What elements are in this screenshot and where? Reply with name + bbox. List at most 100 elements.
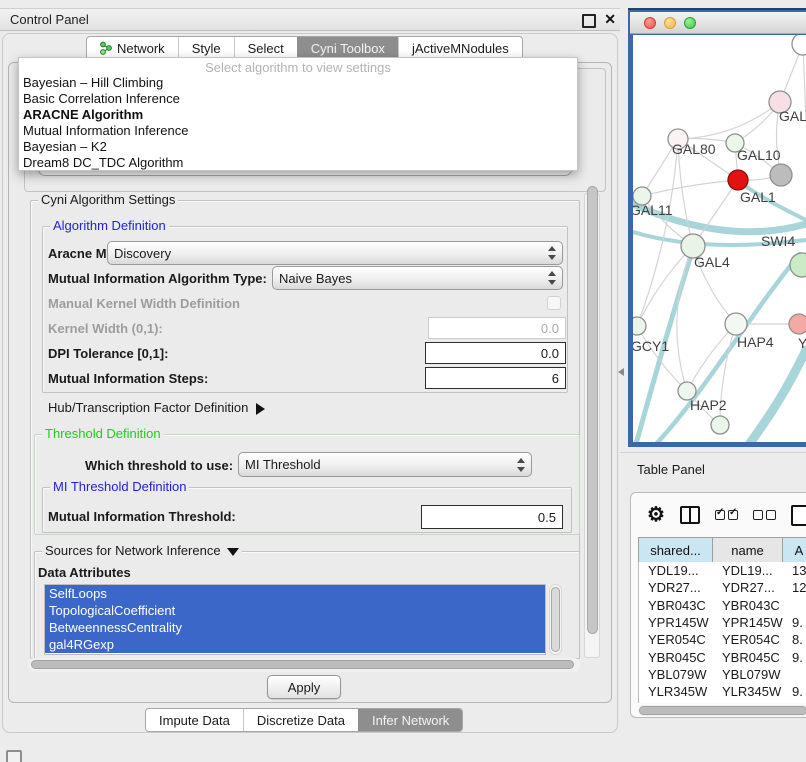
column-header-a[interactable]: A [783,538,806,562]
table-row[interactable]: YPR145WYPR145W9. [639,614,806,631]
settings-hscroll-thumb[interactable] [31,660,574,669]
close-traffic-light-icon[interactable] [644,17,656,29]
table-row[interactable]: YDR27...YDR27...12 [639,579,806,596]
table-row[interactable]: YDL19...YDL19...13 [639,562,806,579]
tab-discretize-data[interactable]: Discretize Data [243,709,358,731]
apply-button[interactable]: Apply [267,675,341,699]
table-row[interactable]: YLR345WYLR345W9. [639,683,806,700]
table-cell[interactable]: YDR27... [639,580,713,595]
data-attributes-list[interactable]: SelfLoopsTopologicalCoefficientBetweenne… [44,584,546,655]
tab-cyni-toolbox[interactable]: Cyni Toolbox [297,37,398,59]
new-table-icon[interactable] [791,505,806,526]
splitter-handle-icon[interactable] [614,368,624,376]
close-panel-icon[interactable]: ✕ [604,11,616,27]
tab-infer-network[interactable]: Infer Network [358,709,462,731]
float-panel-icon[interactable] [582,14,596,28]
table-hscrollbar[interactable] [638,705,806,716]
table-cell[interactable]: 8. [783,632,806,647]
node-hap4[interactable] [725,313,747,335]
table-row[interactable]: YER054CYER054C8. [639,631,806,648]
table-cell[interactable]: YDR27... [713,580,783,595]
dpi-tolerance-field[interactable]: 0.0 [425,342,566,364]
table-cell[interactable]: 9 [783,702,806,703]
tab-jactivemnodules[interactable]: jActiveMNodules [398,37,522,59]
collapse-down-icon[interactable] [227,548,239,556]
node-bottom[interactable] [711,416,729,434]
node-gal1[interactable] [728,170,748,190]
node-salmon[interactable] [789,314,806,334]
attribute-item-topologicalcoefficient[interactable]: TopologicalCoefficient [45,602,545,619]
tab-impute-data[interactable]: Impute Data [146,709,243,731]
table-cell[interactable]: YBR043C [639,598,713,613]
table-cell[interactable]: YPR145W [713,615,783,630]
table-cell[interactable]: YLR345W [639,684,713,699]
attribute-item-betweennesscentrality[interactable]: BetweennessCentrality [45,619,545,636]
columns-icon[interactable] [680,506,700,524]
tab-select[interactable]: Select [234,37,297,59]
which-threshold-combo[interactable]: MI Threshold [238,452,532,477]
hub-definition-label[interactable]: Hub/Transcription Factor Definition [48,400,265,415]
table-cell[interactable]: 9. [783,684,806,699]
table-cell[interactable]: YBR043C [713,598,783,613]
table-cell[interactable]: YBL079W [713,667,783,682]
mi-steps-field[interactable]: 6 [425,367,566,389]
settings-vscrollbar[interactable] [584,193,600,658]
zoom-traffic-light-icon[interactable] [684,17,696,29]
table-cell[interactable]: YBL079W [639,667,713,682]
minimized-panel-icon[interactable] [6,750,22,762]
kernel-width-field[interactable]: 0.0 [428,317,566,339]
table-row[interactable]: YBR043CYBR043C [639,597,806,614]
table-cell[interactable]: YBR045C [639,650,713,665]
network-canvas[interactable]: GALGAL80GAL10GAL1GAL11GAL4SWI4HAP4YGCY1H… [633,35,806,442]
network-view-window[interactable]: GALGAL80GAL10GAL1GAL11GAL4SWI4HAP4YGCY1H… [628,8,806,447]
table-row[interactable]: YIL052CYIL052C9 [639,700,806,703]
settings-hscrollbar[interactable] [28,658,580,672]
dropdown-item-dream8-dc-tdc-algorithm[interactable]: Dream8 DC_TDC Algorithm [19,155,577,171]
minimize-traffic-light-icon[interactable] [664,17,676,29]
attribute-item-gal4rgexp[interactable]: gal4RGexp [45,636,545,653]
table-hscroll-thumb[interactable] [639,706,806,715]
mi-type-combo[interactable]: Naive Bayes [272,266,563,290]
node-gcy1[interactable] [633,317,646,335]
table-cell[interactable]: YIL052C [639,702,713,703]
mi-threshold-field[interactable]: 0.5 [421,505,563,529]
sources-label[interactable]: Sources for Network Inference [42,544,242,557]
deselect-all-icon[interactable] [753,510,776,520]
table-cell[interactable]: 9. [783,650,806,665]
network-window-titlebar[interactable] [630,12,806,34]
settings-vscroll-thumb[interactable] [587,186,598,634]
table-cell[interactable]: 12 [783,580,806,595]
select-all-icon[interactable] [715,510,738,520]
dropdown-item-bayesian-k2[interactable]: Bayesian – K2 [19,139,577,155]
table-cell[interactable]: YIL052C [713,702,783,703]
attribute-item-selfloops[interactable]: SelfLoops [45,585,545,602]
table-cell[interactable]: YLR345W [713,684,783,699]
column-header-name[interactable]: name [713,538,783,562]
table-cell[interactable]: YER054C [639,632,713,647]
attr-scroll-thumb[interactable] [551,587,560,652]
column-header-shared[interactable]: shared... [639,538,713,562]
table-cell[interactable]: YDL19... [639,563,713,578]
table-cell[interactable]: 9. [783,615,806,630]
tab-style[interactable]: Style [178,37,234,59]
table-cell[interactable]: 13 [783,563,806,578]
tab-network[interactable]: Network [87,37,178,59]
node-top-right[interactable] [792,35,806,55]
table-row[interactable]: YBR045CYBR045C9. [639,648,806,665]
aracne-mode-combo[interactable]: Discovery [107,241,563,265]
table-row[interactable]: YBL079WYBL079W [639,666,806,683]
gear-icon[interactable]: ⚙ [647,505,665,525]
table-cell[interactable]: YPR145W [639,615,713,630]
node-gray[interactable] [770,164,792,186]
node-swi4[interactable] [790,253,806,277]
dropdown-item-aracne-algorithm[interactable]: ARACNE Algorithm [19,107,577,123]
expand-right-icon[interactable] [256,403,265,415]
dropdown-item-bayesian-hill-climbing[interactable]: Bayesian – Hill Climbing [19,75,577,91]
attr-list-scrollbar[interactable] [549,584,562,655]
table-cell[interactable]: YDL19... [713,563,783,578]
dropdown-item-basic-correlation-inference[interactable]: Basic Correlation Inference [19,91,577,107]
manual-kernel-checkbox[interactable] [547,296,561,310]
table-cell[interactable]: YER054C [713,632,783,647]
table-cell[interactable]: YBR045C [713,650,783,665]
dropdown-item-mutual-information-inference[interactable]: Mutual Information Inference [19,123,577,139]
